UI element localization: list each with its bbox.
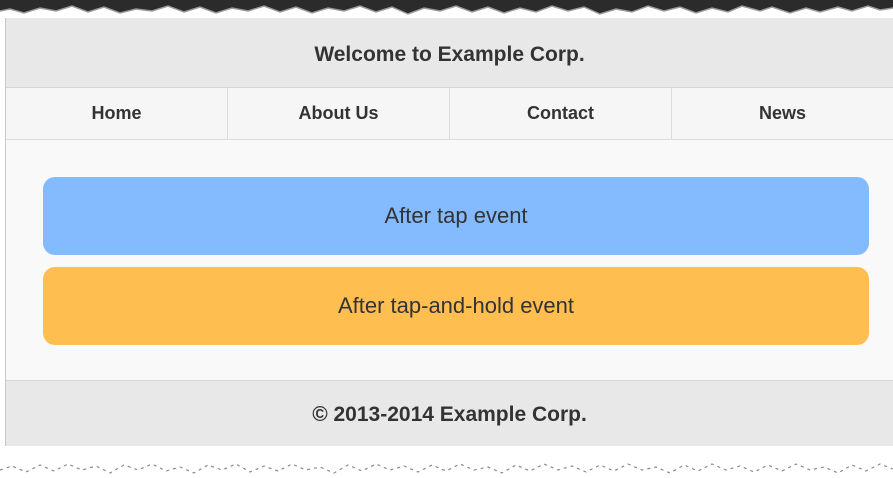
page-title: Welcome to Example Corp. [314, 42, 585, 66]
tap-event-button[interactable]: After tap event [43, 177, 869, 255]
nav-item-news[interactable]: News [672, 88, 893, 139]
page-footer: © 2013-2014 Example Corp. [6, 380, 893, 448]
nav-item-home[interactable]: Home [6, 88, 228, 139]
nav-item-about-us[interactable]: About Us [228, 88, 450, 139]
nav-bar: Home About Us Contact News [6, 88, 893, 140]
torn-edge-bottom [0, 446, 893, 478]
app-frame: Welcome to Example Corp. Home About Us C… [5, 18, 893, 448]
nav-item-contact[interactable]: Contact [450, 88, 672, 139]
main-content: After tap event After tap-and-hold event [6, 140, 893, 380]
page-header: Welcome to Example Corp. [6, 18, 893, 88]
tap-and-hold-event-button[interactable]: After tap-and-hold event [43, 267, 869, 345]
copyright-text: © 2013-2014 Example Corp. [312, 402, 587, 426]
